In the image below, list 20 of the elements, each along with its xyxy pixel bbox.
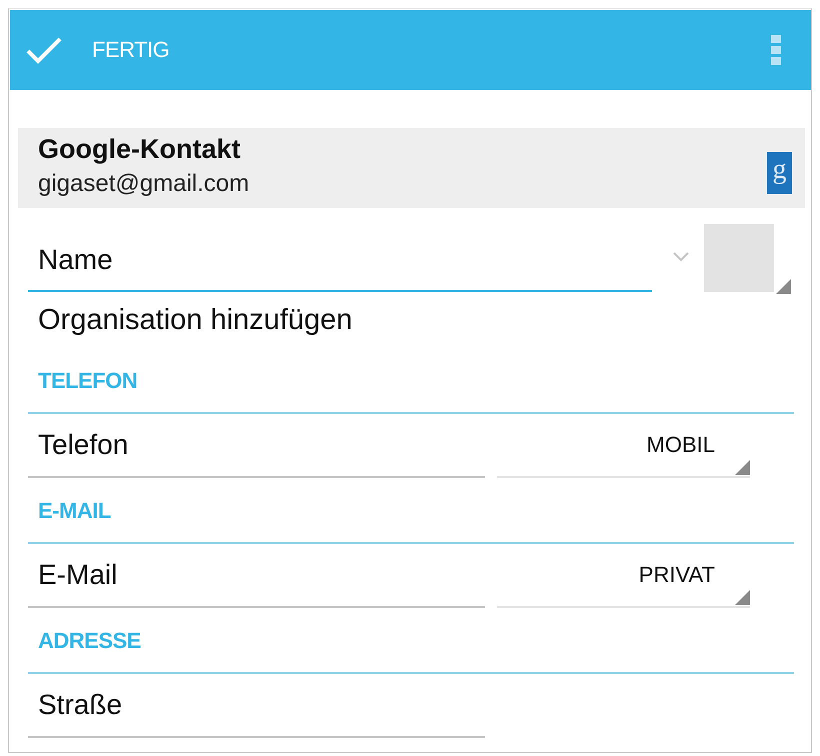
add-organisation-link[interactable]: Organisation hinzufügen [28, 292, 352, 348]
type-dropdown[interactable]: MOBIL [497, 414, 750, 478]
type-dropdown[interactable]: PRIVAT [497, 544, 750, 608]
check-icon [26, 36, 62, 64]
account-email: gigaset@gmail.com [38, 170, 250, 198]
section-header: ADRESSE [38, 628, 142, 654]
overflow-menu-icon[interactable] [771, 35, 781, 65]
corner-triangle-icon [776, 279, 791, 294]
section-header: TELEFON [38, 368, 138, 394]
input-field[interactable]: E-Mail [28, 544, 485, 608]
section-header: E-MAIL [38, 498, 112, 524]
input-field[interactable]: Telefon [28, 414, 485, 478]
corner-triangle-icon [735, 460, 750, 475]
name-field[interactable]: Name [28, 230, 652, 292]
account-logo: g [767, 152, 792, 194]
account-title: Google-Kontakt [38, 134, 242, 164]
input-field[interactable]: Straße [28, 674, 485, 738]
corner-triangle-icon [735, 590, 750, 605]
contact-photo-placeholder[interactable] [704, 224, 774, 292]
chevron-down-icon[interactable] [673, 252, 689, 262]
